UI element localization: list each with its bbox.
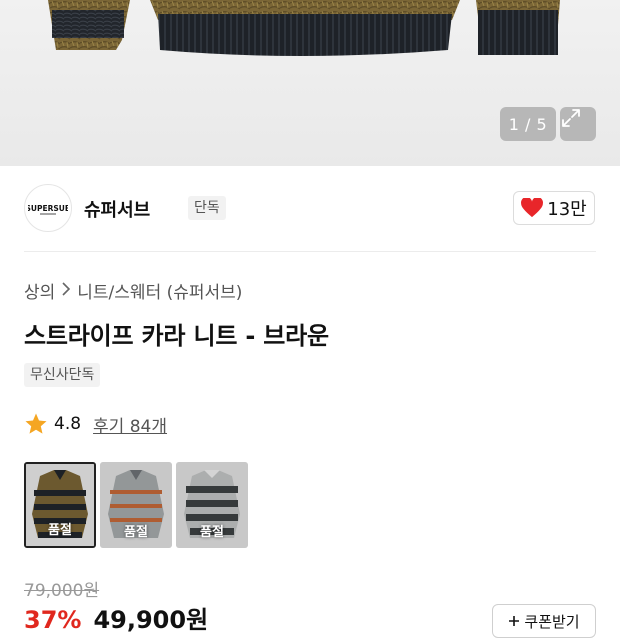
svg-text:SUPERSUB: SUPERSUB (28, 204, 68, 213)
brand-name[interactable]: 슈퍼서브 (84, 196, 150, 222)
breadcrumb-category[interactable]: 상의 (24, 278, 55, 303)
rating-score: 4.8 (54, 414, 82, 434)
brand-logo[interactable]: SUPERSUB (24, 184, 72, 232)
supersub-logo-icon: SUPERSUB (28, 204, 68, 215)
soldout-label: 품절 (200, 525, 224, 540)
heart-icon (521, 198, 544, 218)
like-count: 13만 (547, 199, 587, 220)
review-link[interactable]: 후기 84개 (93, 412, 167, 437)
sale-price: 49,900원 (93, 606, 209, 634)
brand-row: SUPERSUB 슈퍼서브 단독 13만 (24, 184, 596, 232)
product-photo (48, 0, 560, 56)
option-brown[interactable]: 품절 (24, 462, 96, 548)
divider (24, 251, 596, 252)
breadcrumb: 상의 니트/스웨터 (슈퍼서브) (24, 278, 242, 303)
expand-button[interactable] (560, 107, 596, 141)
image-counter: 1 / 5 (500, 107, 556, 141)
exclusive-badge: 단독 (188, 196, 226, 220)
like-button[interactable]: 13만 (513, 191, 595, 225)
product-image-gallery[interactable]: 1 / 5 (0, 0, 620, 166)
breadcrumb-subcategory[interactable]: 니트/스웨터 (슈퍼서브) (77, 278, 242, 303)
plus-icon (509, 616, 520, 626)
coupon-label: 쿠폰받기 (524, 612, 580, 631)
original-price: 79,000원 (24, 581, 100, 601)
soldout-label: 품절 (124, 525, 148, 540)
coupon-button[interactable]: 쿠폰받기 (492, 604, 596, 638)
expand-icon (562, 109, 580, 127)
soldout-label: 품절 (48, 523, 72, 538)
exclusive-tag: 무신사단독 (24, 363, 101, 387)
discount-rate: 37% (24, 606, 82, 634)
option-grey-orange[interactable]: 품절 (100, 462, 172, 548)
price-row: 37% 49,900원 (24, 600, 208, 635)
star-icon (25, 413, 47, 434)
rating-row: 4.8 후기 84개 (24, 411, 167, 437)
chevron-right-icon (61, 281, 71, 300)
product-title: 스트라이프 카라 니트 - 브라운 (24, 322, 329, 350)
option-grey-charcoal[interactable]: 품절 (176, 462, 248, 548)
